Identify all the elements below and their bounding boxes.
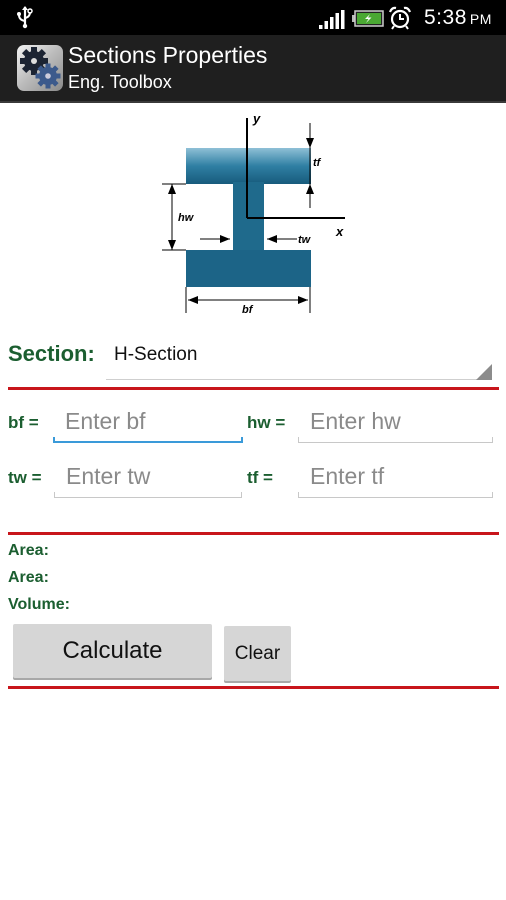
bf-input-field[interactable] — [53, 403, 243, 443]
divider — [8, 532, 499, 535]
gears-icon — [20, 47, 61, 89]
status-bar: 5:38 PM — [0, 0, 506, 35]
section-label: Section: — [8, 341, 95, 366]
clock-ampm: PM — [469, 11, 492, 27]
section-selected-value: H-Section — [114, 344, 198, 365]
tf-input-field[interactable] — [298, 458, 493, 498]
signal-icon — [319, 10, 345, 29]
battery-charging-icon — [352, 10, 384, 27]
usb-icon — [17, 6, 33, 29]
section-dropdown[interactable]: H-Section — [106, 336, 494, 382]
app-subtitle: Eng. Toolbox — [68, 72, 172, 92]
bf-input[interactable] — [53, 403, 243, 439]
app-title: Sections Properties — [68, 42, 268, 68]
tf-input-label: tf = — [247, 468, 273, 487]
hw-input-label: hw = — [247, 413, 286, 432]
section-dropdown-underline — [106, 379, 492, 380]
dropdown-triangle-icon — [476, 364, 492, 380]
divider — [8, 387, 499, 390]
tf-input-underline — [298, 492, 493, 498]
tf-input[interactable] — [298, 458, 493, 494]
hw-label: hw — [178, 212, 195, 224]
result-area-1: Area: — [8, 542, 49, 559]
y-axis-label: y — [252, 111, 261, 126]
result-volume: Volume: — [8, 596, 70, 613]
tf-label: tf — [313, 157, 322, 169]
hw-input-field[interactable] — [298, 403, 493, 443]
clock-time: 5:38 — [424, 6, 467, 29]
tw-label: tw — [298, 234, 312, 246]
tw-input[interactable] — [54, 458, 242, 494]
divider — [8, 686, 499, 689]
bf-label: bf — [242, 304, 254, 316]
bf-input-label: bf = — [8, 413, 39, 432]
clock: 5:38 PM — [424, 6, 492, 30]
result-area-2: Area: — [8, 569, 49, 586]
tw-input-label: tw = — [8, 468, 42, 487]
alarm-icon — [388, 6, 412, 30]
tw-input-field[interactable] — [54, 458, 242, 498]
h-section-diagram: y x tf hw tw bf — [162, 111, 345, 316]
hw-input-underline — [298, 437, 493, 443]
hw-input[interactable] — [298, 403, 493, 439]
x-axis-label: x — [335, 224, 344, 239]
calculate-button[interactable]: Calculate — [13, 624, 212, 678]
clear-button[interactable]: Clear — [224, 626, 291, 681]
action-bar: Sections Properties Eng. Toolbox — [0, 35, 506, 103]
tw-input-underline — [54, 492, 242, 498]
app-icon[interactable] — [17, 45, 63, 91]
bf-input-underline — [53, 437, 243, 443]
